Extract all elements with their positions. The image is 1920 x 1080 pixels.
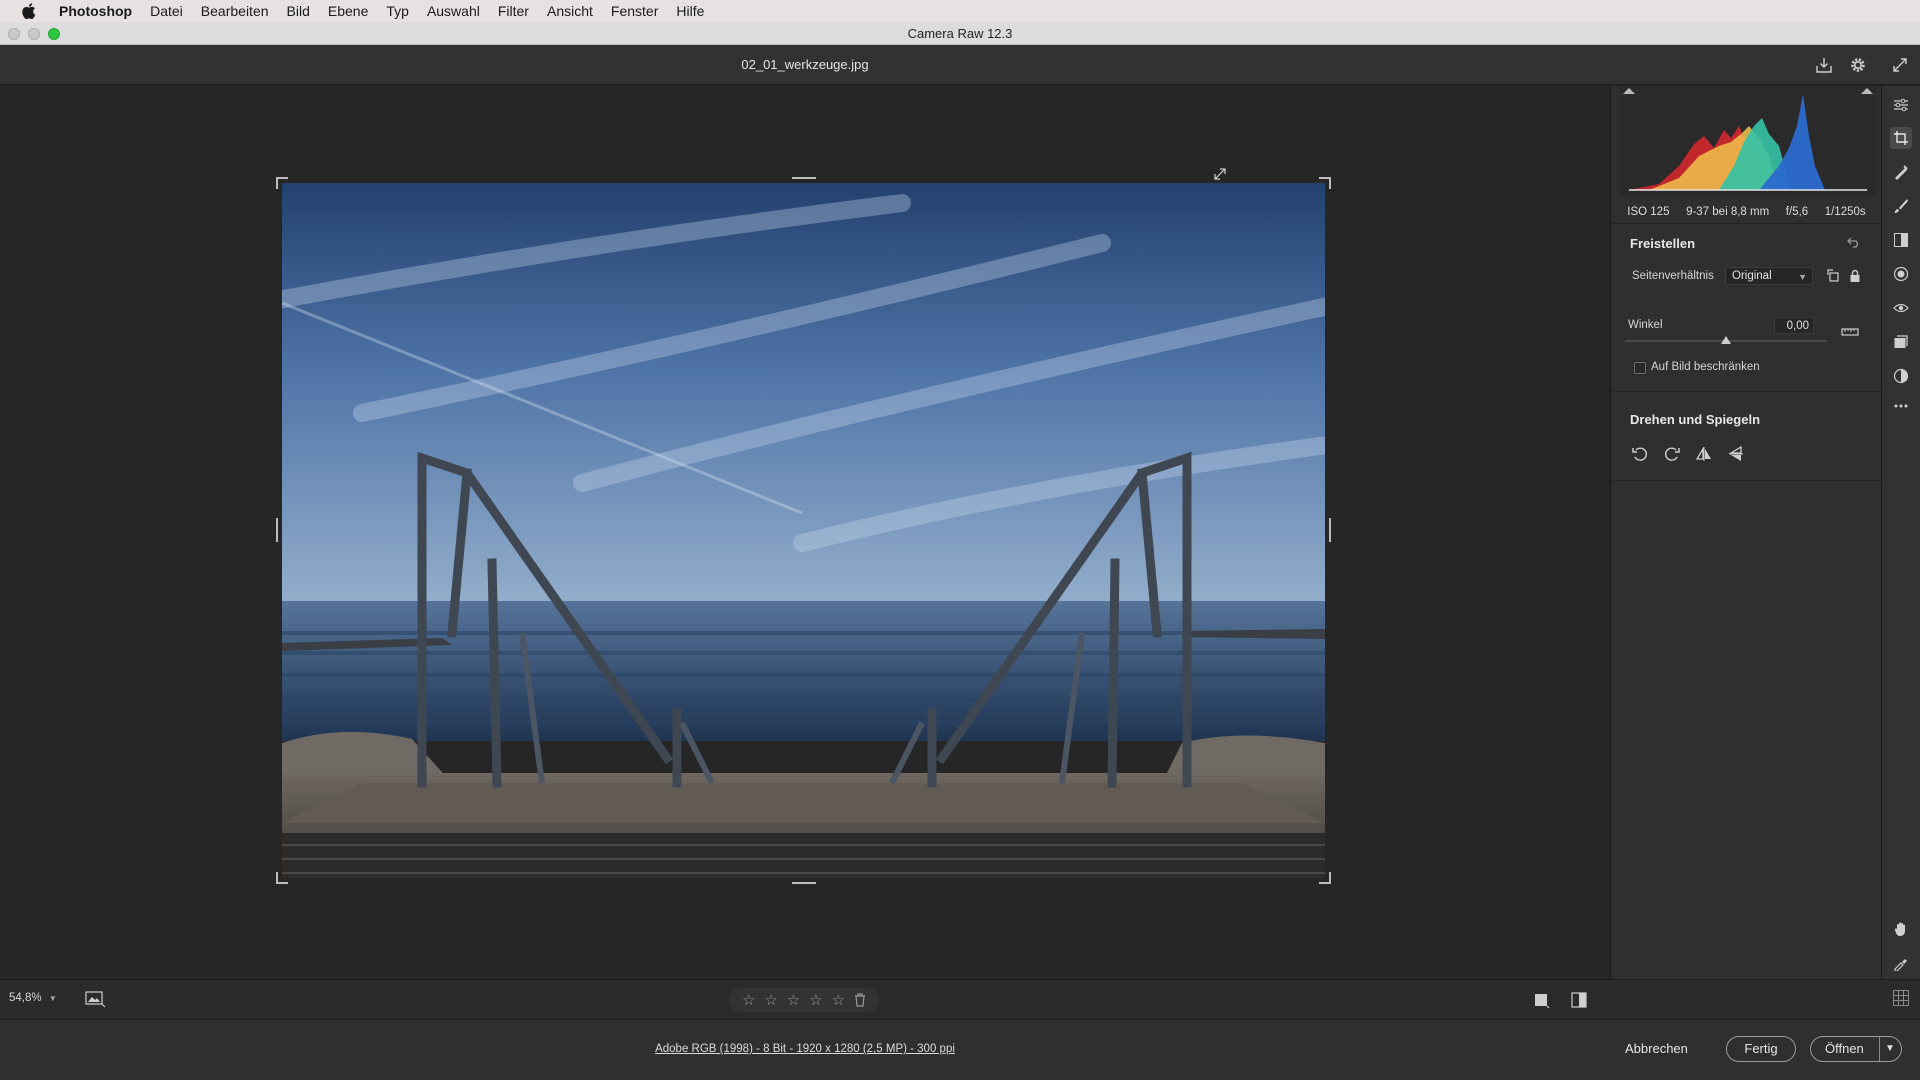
crop-handle-top-left[interactable] xyxy=(276,177,288,189)
grid-overlay-icon[interactable] xyxy=(1892,989,1912,1009)
lock-icon[interactable] xyxy=(1845,266,1865,286)
aspect-ratio-value: Original xyxy=(1732,270,1772,282)
stairs-seascape-image xyxy=(282,183,1325,878)
red-eye-icon[interactable] xyxy=(1890,297,1912,319)
crop-handle-top[interactable] xyxy=(792,177,816,179)
menu-item-datei[interactable]: Datei xyxy=(141,0,192,22)
crop-settings-panel: ISO 125 9-37 bei 8,8 mm f/5,6 1/1250s Fr… xyxy=(1610,86,1882,979)
exif-lens: 9-37 bei 8,8 mm xyxy=(1686,205,1770,218)
crop-handle-right[interactable] xyxy=(1329,518,1331,542)
rotate-right-icon[interactable] xyxy=(1662,444,1682,464)
radial-filter-icon[interactable] xyxy=(1890,263,1912,285)
angle-input[interactable]: 0,00 xyxy=(1774,317,1814,334)
swap-orientation-icon[interactable] xyxy=(1824,266,1844,286)
apple-icon[interactable] xyxy=(20,2,38,20)
edit-sliders-icon[interactable] xyxy=(1890,94,1912,116)
menu-item-auswahl[interactable]: Auswahl xyxy=(418,0,489,22)
star-rating: ☆ ☆ ☆ ☆ ☆ xyxy=(729,988,879,1012)
menu-item-bearbeiten[interactable]: Bearbeiten xyxy=(192,0,278,22)
status-bar: 54,8% ▼ ☆ ☆ ☆ ☆ ☆ xyxy=(0,979,1920,1019)
exif-info: ISO 125 9-37 bei 8,8 mm f/5,6 1/1250s xyxy=(1611,200,1882,224)
fullscreen-icon[interactable] xyxy=(1888,53,1912,77)
flip-vertical-icon[interactable] xyxy=(1726,444,1746,464)
cancel-button[interactable]: Abbrechen xyxy=(1625,1036,1688,1062)
menu-item-typ[interactable]: Typ xyxy=(377,0,418,22)
exif-shutter: 1/1250s xyxy=(1824,205,1866,218)
menu-item-bild[interactable]: Bild xyxy=(278,0,319,22)
snapshots-icon[interactable] xyxy=(1890,331,1912,353)
fit-image-icon[interactable] xyxy=(84,990,106,1010)
flip-horizontal-icon[interactable] xyxy=(1694,444,1714,464)
crop-tool-icon[interactable] xyxy=(1890,127,1912,149)
crop-handle-left[interactable] xyxy=(276,518,278,542)
constrain-to-image-label: Auf Bild beschränken xyxy=(1651,361,1760,373)
chevron-down-icon[interactable]: ▼ xyxy=(1885,1037,1895,1061)
angle-label: Winkel xyxy=(1628,319,1663,331)
open-button-label: Öffnen xyxy=(1825,1041,1864,1056)
menu-item-hilfe[interactable]: Hilfe xyxy=(667,0,713,22)
star-icon[interactable]: ☆ xyxy=(787,993,800,1008)
brush-icon[interactable] xyxy=(1890,195,1912,217)
reset-icon[interactable] xyxy=(1844,232,1864,252)
menu-item-fenster[interactable]: Fenster xyxy=(602,0,667,22)
presets-icon[interactable] xyxy=(1890,365,1912,387)
done-button[interactable]: Fertig xyxy=(1726,1036,1796,1062)
compare-view-icon[interactable] xyxy=(1570,991,1588,1009)
menu-item-ansicht[interactable]: Ansicht xyxy=(538,0,602,22)
linear-gradient-icon[interactable] xyxy=(1890,229,1912,251)
crop-section-title: Freistellen xyxy=(1630,236,1696,251)
menu-app[interactable]: Photoshop xyxy=(50,0,141,22)
straighten-tool-icon[interactable] xyxy=(1840,321,1860,341)
workflow-options-link[interactable]: Adobe RGB (1998) - 8 Bit - 1920 x 1280 (… xyxy=(0,1020,1610,1078)
chevron-down-icon: ▼ xyxy=(48,994,57,1003)
single-view-icon[interactable] xyxy=(1532,991,1550,1009)
tool-strip xyxy=(1881,86,1920,979)
aspect-ratio-label: Seitenverhältnis xyxy=(1632,270,1714,282)
chevron-down-icon: ▼ xyxy=(1798,272,1807,282)
crop-handle-bottom[interactable] xyxy=(792,882,816,884)
star-icon[interactable]: ☆ xyxy=(832,993,845,1008)
gear-icon[interactable] xyxy=(1846,53,1870,77)
color-sampler-icon[interactable] xyxy=(1890,952,1912,974)
menu-item-ebene[interactable]: Ebene xyxy=(319,0,377,22)
healing-brush-icon[interactable] xyxy=(1890,161,1912,183)
zoom-level-value: 54,8% xyxy=(9,992,42,1004)
open-button[interactable]: Öffnen ▼ xyxy=(1810,1036,1902,1062)
trash-icon[interactable] xyxy=(854,993,866,1007)
angle-slider-thumb[interactable] xyxy=(1721,336,1731,344)
menu-bar: Photoshop Datei Bearbeiten Bild Ebene Ty… xyxy=(0,0,1920,22)
rotate-cursor-icon xyxy=(1212,166,1228,182)
file-name: 02_01_werkzeuge.jpg xyxy=(741,57,869,72)
aspect-ratio-select[interactable]: Original ▼ xyxy=(1725,267,1813,285)
section-divider xyxy=(1611,391,1882,392)
more-options-icon[interactable] xyxy=(1890,395,1912,417)
file-header: 02_01_werkzeuge.jpg xyxy=(0,45,1920,85)
star-icon[interactable]: ☆ xyxy=(742,993,755,1008)
zoom-level-select[interactable]: 54,8% ▼ xyxy=(9,992,57,1004)
star-icon[interactable]: ☆ xyxy=(764,993,777,1008)
save-image-icon[interactable] xyxy=(1812,53,1836,77)
split-divider xyxy=(1879,1037,1880,1061)
crop-handle-bottom-right[interactable] xyxy=(1319,872,1331,884)
exif-iso: ISO 125 xyxy=(1627,205,1670,218)
hand-tool-icon[interactable] xyxy=(1890,918,1912,940)
window-title-bar: Camera Raw 12.3 xyxy=(0,22,1920,45)
window-title: Camera Raw 12.3 xyxy=(907,26,1013,41)
crop-handle-top-right[interactable] xyxy=(1319,177,1331,189)
section-divider xyxy=(1611,480,1882,481)
exif-aperture: f/5,6 xyxy=(1785,205,1809,218)
rotate-section-title: Drehen und Spiegeln xyxy=(1630,412,1761,427)
star-icon[interactable]: ☆ xyxy=(809,993,822,1008)
constrain-to-image-checkbox[interactable] xyxy=(1634,362,1646,374)
action-bar: Adobe RGB (1998) - 8 Bit - 1920 x 1280 (… xyxy=(0,1019,1920,1080)
rotate-left-icon[interactable] xyxy=(1630,444,1650,464)
image-canvas[interactable] xyxy=(0,86,1610,979)
photo-preview xyxy=(282,183,1325,878)
histogram xyxy=(1619,86,1877,196)
menu-item-filter[interactable]: Filter xyxy=(489,0,538,22)
crop-handle-bottom-left[interactable] xyxy=(276,872,288,884)
